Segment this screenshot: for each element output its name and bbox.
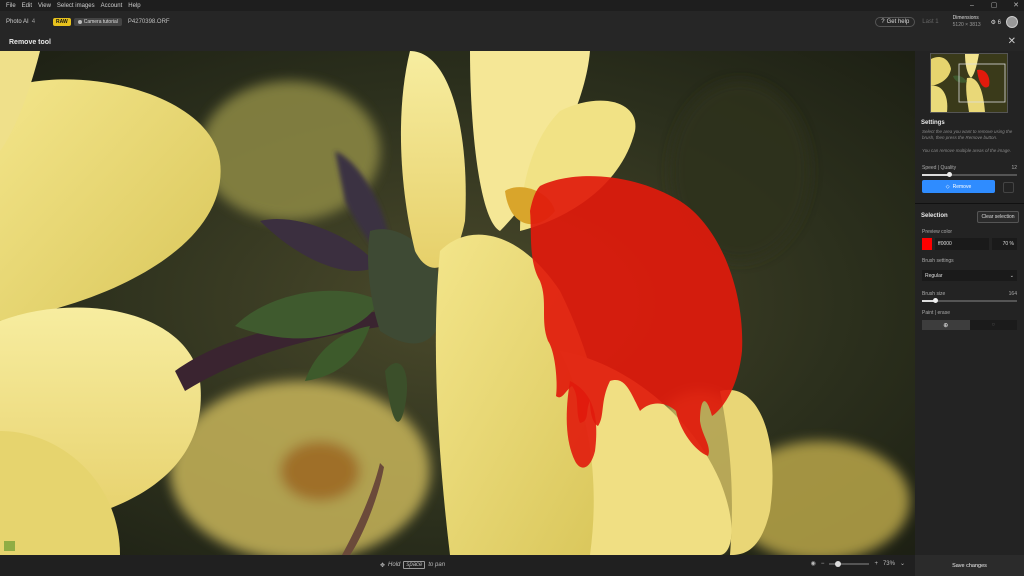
paint-erase-row: Paint | erase <box>922 310 1017 316</box>
menu-view[interactable]: View <box>38 3 51 9</box>
gear-icon: ⚙ <box>990 19 998 26</box>
speed-quality-thumb[interactable] <box>947 172 952 177</box>
camera-tutorial-label: Camera tutorial <box>83 19 118 25</box>
chevron-down-icon[interactable]: ⌄ <box>900 560 905 567</box>
menu-select-images[interactable]: Select images <box>57 3 95 9</box>
menu-help[interactable]: Help <box>128 3 140 9</box>
minimize-button[interactable]: – <box>964 0 980 11</box>
brush-settings-row: Brush settings <box>922 258 1017 264</box>
pan-hint-pre: Hold <box>388 562 401 568</box>
speed-quality-value: 12 <box>1011 165 1017 171</box>
dimensions-value: 5120 × 3813 <box>952 22 981 28</box>
save-changes-button[interactable]: Save changes <box>915 555 1024 576</box>
photo-preview <box>0 51 915 555</box>
zoom-controls: ◉ − + 73% ⌄ <box>811 560 905 567</box>
dimensions-label: Dimensions <box>952 15 979 21</box>
header-right-controls: ? Get help Last 1 Dimensions 5120 × 3813 … <box>875 11 1018 33</box>
brush-mode-select[interactable]: Regular ⌄ <box>922 270 1017 281</box>
speed-quality-label: Speed | Quality <box>922 165 957 171</box>
app-title: Photo AI <box>6 19 29 25</box>
compare-toggle[interactable] <box>1003 182 1014 193</box>
chevron-down-icon: ⌄ <box>1009 272 1014 279</box>
preview-color-label: Preview color <box>922 229 953 235</box>
brush-mode-value: Regular <box>925 272 943 279</box>
canvas-bottom-bar: ✥ Hold space to pan ◉ − + 73% ⌄ <box>0 555 915 576</box>
maximize-button[interactable]: ▢ <box>986 0 1002 11</box>
help-icon: ? <box>881 19 885 25</box>
pan-hint: ✥ Hold space to pan <box>380 561 445 569</box>
zoom-value: 73% <box>882 560 895 567</box>
settings-panel: Settings Select the area you want to rem… <box>915 51 1024 576</box>
brush-settings-label: Brush settings <box>922 258 954 264</box>
settings-title: Settings <box>921 120 945 126</box>
raw-badge: RAW <box>53 18 71 26</box>
menu-edit[interactable]: Edit <box>22 3 32 9</box>
speed-quality-row: Speed | Quality 12 <box>922 165 1017 171</box>
panel-divider <box>915 203 1024 204</box>
image-canvas[interactable] <box>0 51 915 555</box>
preview-color-hex[interactable]: ff0000 <box>935 238 989 250</box>
erase-mode-button[interactable]: ○ <box>969 320 1017 330</box>
remove-label: Remove <box>952 183 972 190</box>
brush-size-label: Brush size <box>922 291 946 297</box>
preview-color-controls: ff0000 70 % <box>922 238 1017 250</box>
clear-selection-button[interactable]: Clear selection <box>977 211 1019 223</box>
move-icon: ✥ <box>380 562 386 569</box>
brush-size-slider[interactable] <box>922 298 1017 303</box>
paint-erase-label: Paint | erase <box>922 310 950 316</box>
navigator-thumbnail[interactable] <box>930 53 1008 113</box>
last-indicator: Last 1 <box>922 19 939 25</box>
tool-header: Remove tool ✕ <box>0 33 1024 51</box>
file-name: P4270398.ORF <box>127 19 170 25</box>
app-version: 4 <box>31 19 36 25</box>
pan-hint-post: to pan <box>428 562 446 568</box>
camera-icon <box>77 20 82 24</box>
avatar[interactable] <box>1006 16 1018 28</box>
camera-tutorial-badge[interactable]: Camera tutorial <box>73 18 122 26</box>
paint-mode-button[interactable]: ⊕ <box>922 320 970 330</box>
menu-account[interactable]: Account <box>101 3 123 9</box>
brush-size-value: 164 <box>1008 291 1017 297</box>
speed-quality-fill <box>922 174 949 176</box>
remove-button[interactable]: ◇ Remove <box>922 180 995 193</box>
window-controls: – ▢ ✕ <box>958 0 1024 11</box>
preview-color-row: Preview color <box>922 229 1017 235</box>
tool-title: Remove tool <box>9 38 52 46</box>
menu-bar: File Edit View Select images Account Hel… <box>0 0 1024 11</box>
erase-brush-icon: ○ <box>991 322 996 328</box>
app-header: Photo AI 4 RAW Camera tutorial P4270398.… <box>0 11 1024 34</box>
credits-count-value: 6 <box>997 19 1001 26</box>
zoom-slider[interactable] <box>829 560 870 567</box>
get-help-button[interactable]: ? Get help <box>875 17 916 27</box>
dimensions-info: Dimensions 5120 × 3813 <box>953 15 981 29</box>
zoom-slider-thumb[interactable] <box>835 560 842 567</box>
speed-quality-slider[interactable] <box>922 172 1017 177</box>
eraser-icon: ◇ <box>945 183 950 190</box>
paint-brush-icon: ⊕ <box>943 322 949 329</box>
settings-help-1: Select the area you want to remove using… <box>922 129 1013 140</box>
settings-help-2: You can remove multiple areas of the ima… <box>922 148 1012 153</box>
menu-file[interactable]: File <box>6 3 16 9</box>
eye-icon[interactable]: ◉ <box>811 560 816 567</box>
close-tool-icon[interactable]: ✕ <box>1008 36 1016 47</box>
pan-hint-key: space <box>403 561 426 569</box>
preview-color-swatch[interactable] <box>922 238 932 250</box>
credits-count[interactable]: ⚙ 6 <box>991 19 1001 26</box>
brush-size-row: Brush size 164 <box>922 291 1017 297</box>
thumbnail-preview <box>931 54 1007 112</box>
zoom-out-icon[interactable]: − <box>821 561 825 567</box>
selection-title: Selection <box>921 213 948 219</box>
get-help-label: Get help <box>886 19 910 25</box>
close-window-button[interactable]: ✕ <box>1008 0 1024 11</box>
zoom-in-icon[interactable]: + <box>874 561 878 567</box>
preview-opacity[interactable]: 70 % <box>992 238 1017 250</box>
paint-erase-toggle: ⊕ ○ <box>922 320 1017 330</box>
brush-size-thumb[interactable] <box>933 298 938 303</box>
